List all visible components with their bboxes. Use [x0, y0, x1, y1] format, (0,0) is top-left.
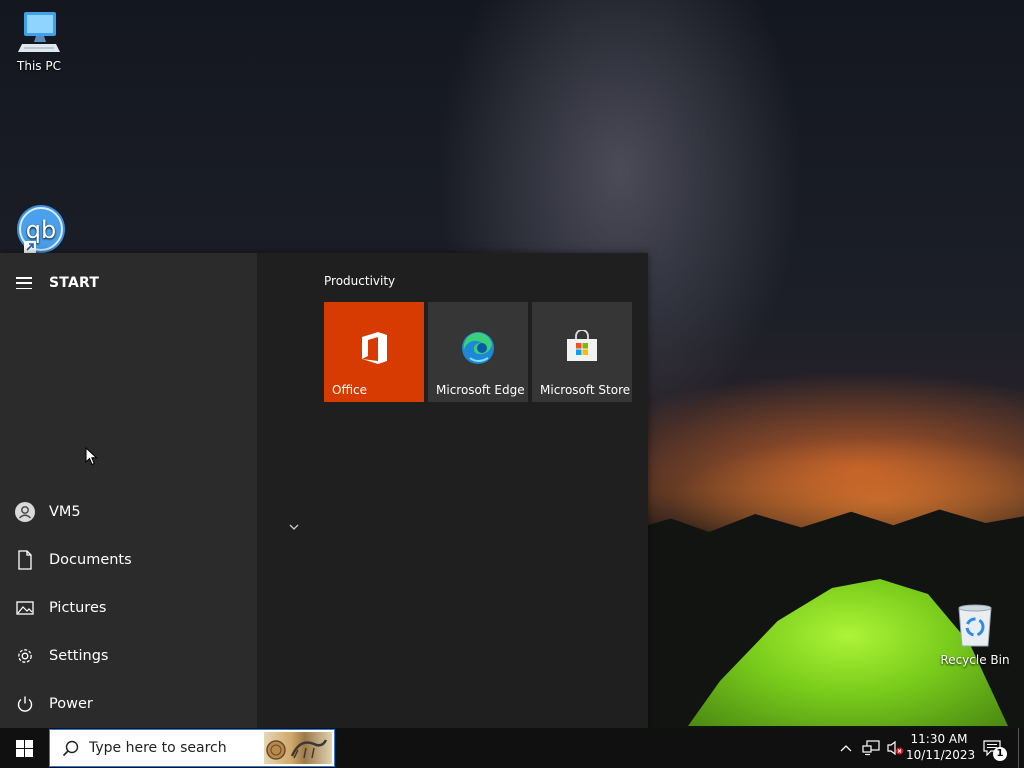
start-button[interactable]	[0, 728, 48, 768]
start-menu-title: START	[49, 275, 100, 291]
windows-logo-icon	[15, 739, 33, 757]
start-nav-power[interactable]: Power	[0, 684, 257, 724]
start-nav-label: Power	[49, 696, 93, 712]
taskbar-search-box[interactable]	[49, 729, 335, 767]
start-menu-header: START	[16, 273, 99, 293]
clock-date: 10/11/2023	[906, 748, 976, 762]
store-icon	[567, 330, 597, 361]
desktop-icon-qbittorrent[interactable]: qb	[4, 204, 74, 259]
start-nav-label: VM5	[49, 504, 81, 520]
network-icon	[862, 740, 880, 756]
start-nav-label: Documents	[49, 552, 132, 568]
start-menu-left-pane: START VM5 Documents Pictures Settings Po…	[0, 253, 257, 728]
show-desktop-button[interactable]	[1018, 728, 1019, 768]
start-nav-label: Pictures	[49, 600, 107, 616]
tile-label: Office	[332, 383, 368, 397]
notification-count-badge: 1	[993, 747, 1007, 761]
search-highlight-image	[264, 732, 332, 764]
chevron-up-icon	[840, 745, 852, 752]
qbittorrent-icon: qb	[17, 205, 65, 253]
network-tray-button[interactable]	[860, 728, 882, 768]
document-icon	[15, 550, 35, 570]
office-icon	[362, 332, 387, 364]
taskbar-clock[interactable]: 11:30 AM 10/11/2023	[906, 731, 976, 763]
taskbar: 11:30 AM 10/11/2023 1	[0, 728, 1024, 768]
chevron-down-icon[interactable]	[288, 522, 300, 532]
tile-microsoft-edge[interactable]: Microsoft Edge	[428, 302, 528, 402]
start-nav-settings[interactable]: Settings	[0, 636, 257, 676]
start-nav-label: Settings	[49, 648, 109, 664]
power-icon	[15, 694, 35, 714]
desktop-icon-recycle-bin[interactable]: Recycle Bin	[940, 602, 1010, 667]
tile-group-title[interactable]: Productivity	[324, 274, 395, 288]
edge-icon	[462, 332, 494, 364]
search-input[interactable]	[87, 739, 261, 757]
search-icon	[62, 740, 79, 756]
desktop-icon-label: Recycle Bin	[940, 653, 1010, 667]
start-menu-tiles-pane: Productivity Office Microsoft Edge Micro…	[257, 253, 648, 728]
tile-microsoft-store[interactable]: Microsoft Store	[532, 302, 632, 402]
desktop-icon-this-pc[interactable]: This PC	[4, 10, 74, 73]
recycle-bin-icon	[958, 604, 992, 647]
start-nav-documents[interactable]: Documents	[0, 540, 257, 580]
computer-icon	[18, 12, 60, 52]
pictures-icon	[15, 598, 35, 618]
start-nav-pictures[interactable]: Pictures	[0, 588, 257, 628]
gear-icon	[15, 646, 35, 666]
desktop-icon-label: This PC	[17, 59, 61, 73]
clock-time: 11:30 AM	[910, 732, 968, 746]
tile-label: Microsoft Edge	[436, 383, 525, 397]
show-hidden-icons-button[interactable]	[838, 728, 854, 768]
start-nav-user[interactable]: VM5	[0, 492, 257, 532]
tile-office[interactable]: Office	[324, 302, 424, 402]
tile-label: Microsoft Store	[540, 383, 631, 397]
mouse-cursor-icon	[85, 447, 98, 466]
user-icon	[15, 502, 35, 522]
hamburger-menu-icon[interactable]	[16, 277, 32, 289]
svg-text:qb: qb	[26, 216, 56, 244]
volume-tray-button[interactable]	[884, 728, 906, 768]
volume-muted-icon	[887, 740, 903, 756]
start-menu: START VM5 Documents Pictures Settings Po…	[0, 253, 648, 728]
